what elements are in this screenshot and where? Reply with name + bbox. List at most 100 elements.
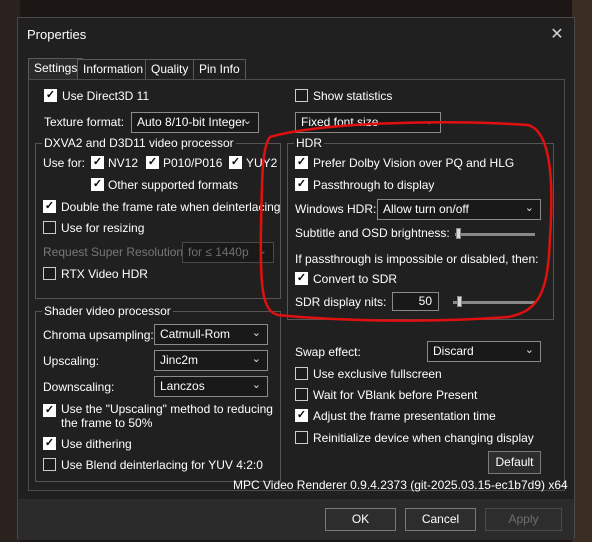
blend-checkbox[interactable] bbox=[43, 458, 56, 471]
shader-group: Shader video processor Chroma upsampling… bbox=[35, 304, 281, 482]
chroma-value: Catmull-Rom bbox=[160, 327, 231, 341]
blend-label: Use Blend deinterlacing for YUV 4:2:0 bbox=[61, 458, 263, 472]
windows-hdr-value: Allow turn on/off bbox=[383, 202, 469, 216]
downscaling-select[interactable]: Lanczos ⌄ bbox=[154, 376, 268, 397]
exclusive-fullscreen-checkbox[interactable] bbox=[295, 367, 308, 380]
other-formats-checkbox[interactable]: ✓ bbox=[91, 178, 104, 191]
use-d3d11-label: Use Direct3D 11 bbox=[62, 89, 150, 103]
osd-brightness-label: Subtitle and OSD brightness: bbox=[295, 226, 450, 240]
texture-format-select[interactable]: Auto 8/10-bit Integer ⌄ bbox=[131, 112, 259, 133]
rtx-hdr-label: RTX Video HDR bbox=[61, 267, 148, 281]
chevron-down-icon: ⌄ bbox=[251, 327, 261, 339]
swap-effect-value: Discard bbox=[433, 344, 474, 358]
version-text: MPC Video Renderer 0.9.4.2373 (git-2025.… bbox=[233, 478, 568, 492]
dolby-checkbox[interactable]: ✓ bbox=[295, 156, 308, 169]
chevron-down-icon: ⌄ bbox=[251, 379, 261, 391]
tab-quality[interactable]: Quality bbox=[145, 59, 195, 79]
sdr-nits-slider-track[interactable] bbox=[453, 301, 535, 304]
apply-button[interactable]: Apply bbox=[485, 508, 562, 531]
super-res-value: for ≤ 1440p bbox=[188, 245, 249, 259]
upscaling-method-label-line2: the frame to 50% bbox=[61, 416, 153, 430]
texture-format-label: Texture format: bbox=[44, 115, 125, 129]
windows-hdr-label: Windows HDR: bbox=[295, 202, 377, 216]
windows-hdr-select[interactable]: Allow turn on/off ⌄ bbox=[377, 199, 541, 220]
passthrough-label: Passthrough to display bbox=[313, 178, 435, 192]
vblank-checkbox[interactable] bbox=[295, 388, 308, 401]
show-stats-label: Show statistics bbox=[313, 89, 393, 103]
reinit-device-checkbox[interactable] bbox=[295, 431, 308, 444]
nv12-checkbox[interactable]: ✓ bbox=[91, 156, 104, 169]
chroma-label: Chroma upsampling: bbox=[43, 328, 154, 342]
properties-dialog: Properties ✕ Settings Information Qualit… bbox=[17, 17, 575, 540]
yuy2-label: YUY2 bbox=[246, 156, 278, 170]
show-stats-checkbox[interactable] bbox=[295, 89, 308, 102]
convert-sdr-checkbox[interactable]: ✓ bbox=[295, 272, 308, 285]
use-d3d11-checkbox[interactable]: ✓ bbox=[44, 89, 57, 102]
use-for-label: Use for: bbox=[43, 156, 86, 170]
swap-effect-select[interactable]: Discard ⌄ bbox=[427, 341, 541, 362]
rtx-hdr-checkbox[interactable] bbox=[43, 267, 56, 280]
sdr-nits-label: SDR display nits: bbox=[295, 295, 387, 309]
exclusive-fullscreen-label: Use exclusive fullscreen bbox=[313, 367, 442, 381]
double-rate-label: Double the frame rate when deinterlacing bbox=[61, 200, 281, 214]
background-right bbox=[572, 0, 592, 542]
upscaling-method-label-line1: Use the "Upscaling" method to reducing bbox=[61, 402, 273, 416]
upscaling-label: Upscaling: bbox=[43, 354, 100, 368]
other-formats-label: Other supported formats bbox=[108, 178, 239, 192]
texture-format-value: Auto 8/10-bit Integer bbox=[137, 115, 246, 129]
dolby-label: Prefer Dolby Vision over PQ and HLG bbox=[313, 156, 515, 170]
if-passthrough-label: If passthrough is impossible or disabled… bbox=[295, 252, 539, 266]
settings-panel: ✓ Use Direct3D 11 Texture format: Auto 8… bbox=[28, 79, 568, 492]
passthrough-checkbox[interactable]: ✓ bbox=[295, 178, 308, 191]
reinit-device-label: Reinitialize device when changing displa… bbox=[313, 431, 534, 445]
font-size-select[interactable]: Fixed font size ⌄ bbox=[295, 112, 441, 133]
title-bar: Properties ✕ bbox=[18, 18, 574, 52]
window-title: Properties bbox=[27, 27, 87, 42]
downscaling-label: Downscaling: bbox=[43, 380, 115, 394]
chevron-down-icon: ⌄ bbox=[257, 245, 267, 257]
upscaling-value: Jinc2m bbox=[160, 353, 199, 367]
p010-checkbox[interactable]: ✓ bbox=[146, 156, 159, 169]
chevron-down-icon: ⌄ bbox=[242, 115, 252, 127]
dxva-legend: DXVA2 and D3D11 video processor bbox=[42, 136, 236, 150]
osd-brightness-slider-thumb[interactable] bbox=[456, 228, 461, 239]
upscaling-method-checkbox[interactable]: ✓ bbox=[43, 404, 56, 417]
font-size-value: Fixed font size bbox=[301, 115, 379, 129]
super-res-label: Request Super Resolution: bbox=[43, 245, 187, 259]
tab-pin-info[interactable]: Pin Info bbox=[193, 59, 246, 79]
ok-button[interactable]: OK bbox=[325, 508, 396, 531]
close-icon[interactable]: ✕ bbox=[546, 24, 568, 46]
chevron-down-icon: ⌄ bbox=[424, 115, 434, 127]
sdr-nits-input[interactable]: 50 bbox=[392, 292, 439, 311]
dithering-label: Use dithering bbox=[61, 437, 132, 451]
adjust-frame-label: Adjust the frame presentation time bbox=[313, 409, 496, 423]
hdr-legend: HDR bbox=[294, 136, 324, 150]
nv12-label: NV12 bbox=[108, 156, 139, 170]
downscaling-value: Lanczos bbox=[160, 379, 205, 393]
double-rate-checkbox[interactable]: ✓ bbox=[43, 200, 56, 213]
super-res-select[interactable]: for ≤ 1440p ⌄ bbox=[182, 242, 274, 263]
tab-information[interactable]: Information bbox=[77, 59, 150, 79]
dithering-checkbox[interactable]: ✓ bbox=[43, 437, 56, 450]
dxva-group: DXVA2 and D3D11 video processor Use for:… bbox=[35, 136, 281, 299]
yuy2-checkbox[interactable]: ✓ bbox=[229, 156, 242, 169]
swap-effect-label: Swap effect: bbox=[295, 345, 361, 359]
cancel-button[interactable]: Cancel bbox=[405, 508, 476, 531]
use-resizing-checkbox[interactable] bbox=[43, 221, 56, 234]
use-resizing-label: Use for resizing bbox=[61, 221, 145, 235]
sdr-nits-slider-thumb[interactable] bbox=[457, 296, 462, 307]
shader-legend: Shader video processor bbox=[42, 304, 173, 318]
osd-brightness-slider-track[interactable] bbox=[455, 233, 535, 236]
chroma-select[interactable]: Catmull-Rom ⌄ bbox=[154, 324, 268, 345]
upscaling-select[interactable]: Jinc2m ⌄ bbox=[154, 350, 268, 371]
chevron-down-icon: ⌄ bbox=[524, 202, 534, 214]
hdr-group: HDR ✓ Prefer Dolby Vision over PQ and HL… bbox=[287, 136, 554, 320]
p010-label: P010/P016 bbox=[163, 156, 223, 170]
adjust-frame-checkbox[interactable]: ✓ bbox=[295, 409, 308, 422]
chevron-down-icon: ⌄ bbox=[251, 353, 261, 365]
button-bar: OK Cancel Apply bbox=[18, 499, 574, 540]
chevron-down-icon: ⌄ bbox=[524, 344, 534, 356]
vblank-label: Wait for VBlank before Present bbox=[313, 388, 478, 402]
default-button[interactable]: Default bbox=[488, 451, 541, 474]
tab-settings[interactable]: Settings bbox=[28, 58, 84, 80]
